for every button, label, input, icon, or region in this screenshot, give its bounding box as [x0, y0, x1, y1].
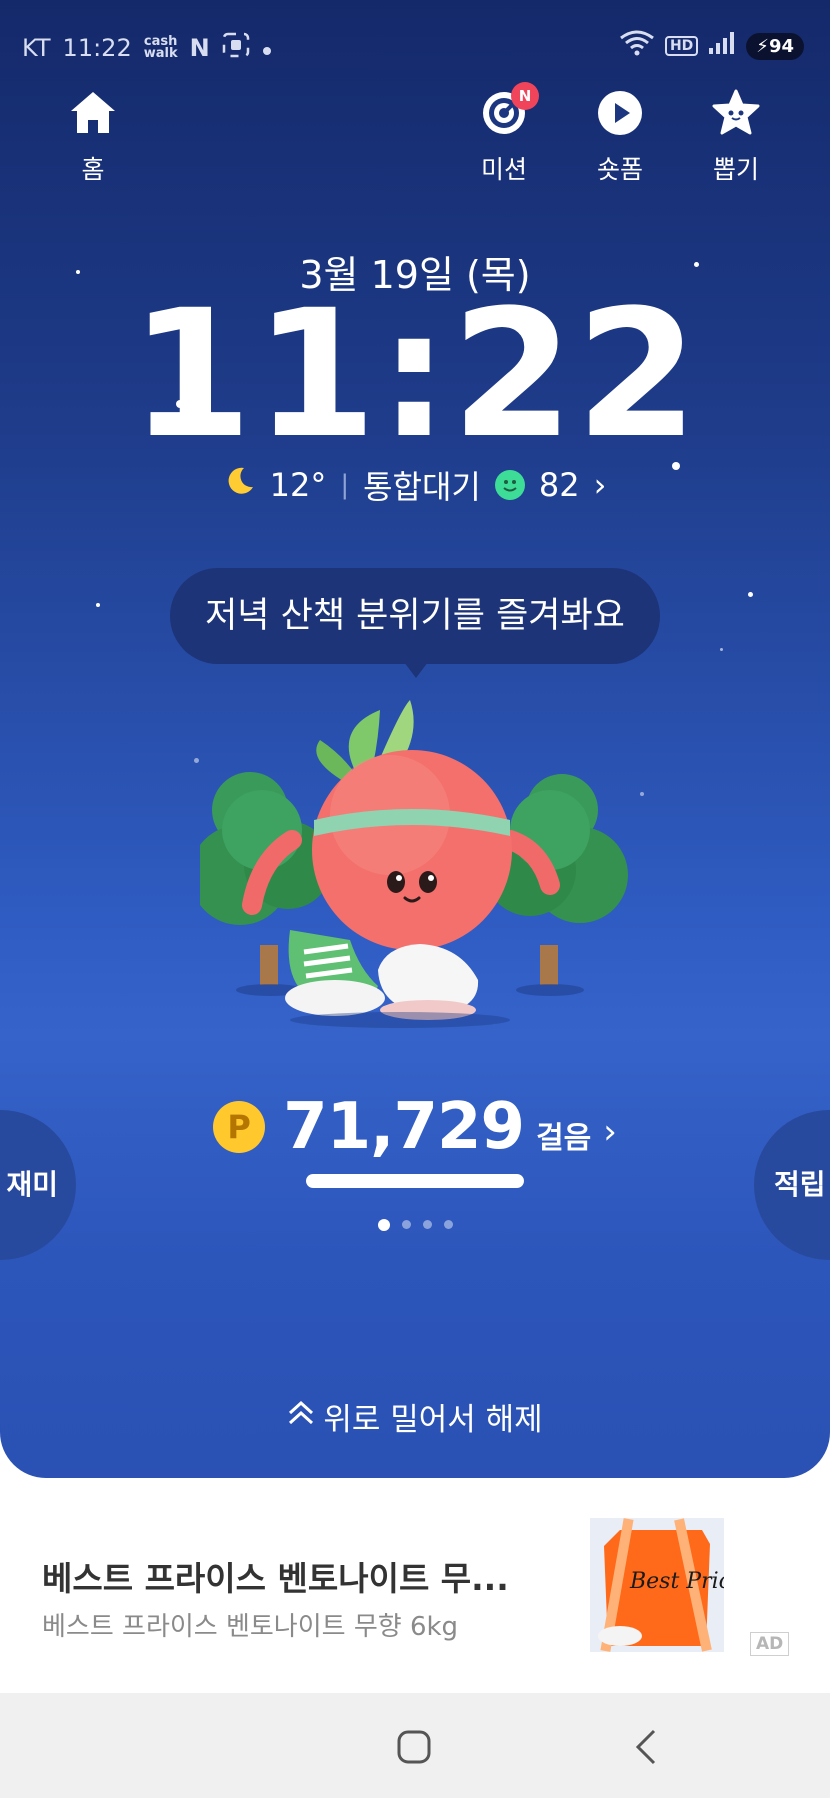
air-quality-label: 통합대기: [363, 468, 481, 506]
signal-icon: [708, 31, 736, 61]
wifi-icon: [619, 30, 655, 62]
page-indicator: [0, 1219, 830, 1231]
ad-thumb-text: Best Price: [629, 1569, 724, 1594]
swipe-unlock-hint[interactable]: 위로 밀어서 해제: [0, 1394, 830, 1439]
ad-title: 베스트 프라이스 벤토나이트 무...: [42, 1559, 509, 1598]
star-decoration: [748, 592, 753, 597]
draw-label: 뽑기: [712, 155, 759, 184]
point-coin-icon: P: [213, 1101, 266, 1153]
battery-indicator: ⚡94: [746, 32, 804, 60]
star-decoration: [96, 603, 100, 607]
step-unit: 걸음: [536, 1121, 592, 1156]
walking-character-illustration[interactable]: [190, 690, 630, 1070]
shorts-button[interactable]: 숏폼: [565, 88, 675, 186]
smile-icon: [494, 470, 525, 500]
chevron-right-icon: ›: [603, 1112, 617, 1152]
dot-icon: [262, 34, 272, 62]
page-dot: [443, 1220, 453, 1229]
back-icon: [632, 1729, 658, 1771]
step-progress-bar: [306, 1174, 524, 1188]
star-decoration: [640, 792, 644, 796]
cashwalk-icon: cash walk: [143, 34, 178, 61]
step-counter[interactable]: P 71,729 걸음 ›: [0, 1090, 830, 1164]
home-icon: [68, 88, 118, 138]
back-button[interactable]: [632, 1727, 658, 1771]
screenshot-icon: [222, 32, 250, 64]
unlock-label: 위로 밀어서 해제: [323, 1402, 543, 1438]
carrier-label: KT: [22, 34, 51, 62]
step-count: 71,729: [283, 1090, 525, 1164]
lock-screen: KT 11:22 cash walk N HD ⚡94 홈 N 미션 숏폼 뽑기…: [0, 0, 830, 1478]
ad-banner[interactable]: 베스트 프라이스 벤토나이트 무... 베스트 프라이스 벤토나이트 무향 6k…: [0, 1478, 830, 1693]
star-icon: [711, 88, 761, 138]
battery-level: 94: [768, 35, 794, 57]
mission-button[interactable]: N 미션: [449, 82, 559, 186]
star-decoration: [194, 758, 199, 763]
air-quality-value: 82: [538, 466, 580, 504]
system-navigation-bar: [0, 1693, 830, 1798]
status-time: 11:22: [62, 34, 132, 62]
draw-button[interactable]: 뽑기: [681, 88, 791, 186]
hd-icon: HD: [664, 36, 699, 56]
home-label: 홈: [81, 155, 105, 184]
moon-icon: [224, 465, 256, 505]
double-chevron-up-icon: [287, 1399, 315, 1435]
star-decoration: [720, 648, 723, 651]
mission-label: 미션: [480, 155, 527, 184]
n-badge-icon: N: [189, 34, 210, 62]
step-progress-fill: [306, 1174, 524, 1188]
target-icon: N: [479, 82, 539, 138]
page-dot: [377, 1219, 390, 1231]
temperature: 12°: [269, 466, 327, 504]
speech-bubble: 저녁 산책 분위기를 즐겨봐요: [170, 568, 660, 664]
mission-new-badge: N: [511, 82, 539, 110]
square-icon: [396, 1730, 432, 1769]
chevron-right-icon: ›: [593, 466, 607, 504]
clock-time: 11:22: [129, 272, 701, 477]
page-dot: [401, 1220, 411, 1229]
page-dot: [422, 1220, 432, 1229]
divider: |: [340, 470, 350, 500]
shorts-label: 숏폼: [596, 155, 643, 184]
home-button[interactable]: 홈: [38, 88, 148, 186]
ad-subtitle: 베스트 프라이스 벤토나이트 무향 6kg: [42, 1612, 459, 1642]
ad-product-image: Best Price: [590, 1518, 724, 1652]
play-icon: [595, 88, 645, 138]
home-square-button[interactable]: [396, 1729, 432, 1769]
status-bar: KT 11:22 cash walk N HD ⚡94: [0, 28, 830, 68]
ad-tag: AD: [750, 1632, 790, 1656]
speech-bubble-tail: [404, 662, 428, 678]
weather-row[interactable]: 12° | 통합대기 82 ›: [0, 462, 830, 508]
